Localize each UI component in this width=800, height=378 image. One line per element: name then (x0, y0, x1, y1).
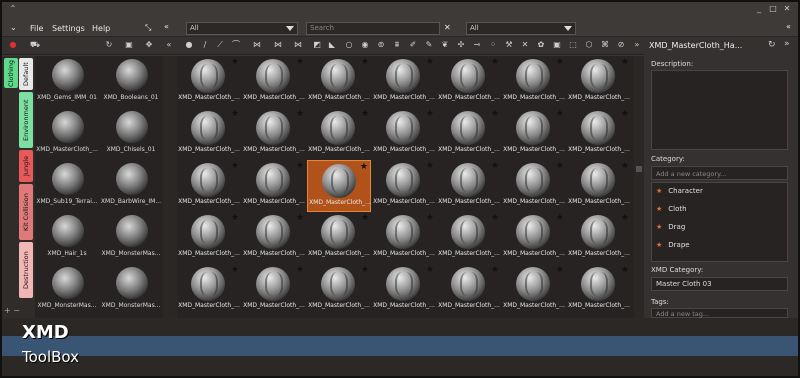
window-frame (0, 0, 800, 378)
